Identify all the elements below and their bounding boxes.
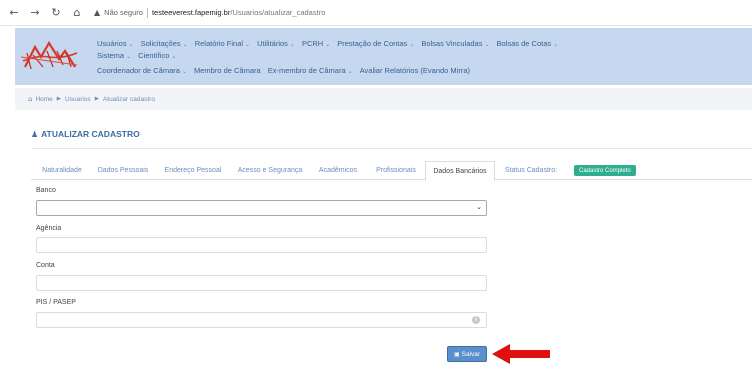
menu-label: Coordenador de Câmara [97, 66, 180, 75]
menu-label: Bolsas de Cotas [496, 39, 552, 48]
menu-relatorio-final[interactable]: Relatório Final ⌄ [195, 39, 250, 48]
menu-ex-membro-camara[interactable]: Ex-membro de Câmara ⌄ [268, 66, 353, 75]
user-icon: ♟ [31, 129, 39, 139]
security-label[interactable]: Não seguro [104, 8, 143, 17]
chevron-down-icon: ⌄ [347, 68, 353, 75]
tab-dados-bancarios[interactable]: Dados Bancários [425, 161, 495, 181]
forward-icon[interactable]: → [28, 6, 42, 20]
save-button[interactable]: ▣ Salvar [447, 346, 487, 362]
home-icon[interactable]: ⌂ [28, 95, 32, 103]
menu-label: Ex-membro de Câmara [267, 66, 346, 75]
page-title-text: ATUALIZAR CADASTRO [41, 129, 140, 139]
status-badge: Cadastro Completo [574, 165, 636, 176]
breadcrumb: ⌂ Home ▶ Usuarios ▶ Atualizar cadastro [15, 88, 752, 110]
chevron-down-icon: ⌄ [484, 41, 490, 48]
breadcrumb-separator-icon: ▶ [94, 96, 99, 102]
main-menu-row-3: Coordenador de Câmara ⌄ Membro de Câmara … [97, 66, 477, 75]
tab-profissionais[interactable]: Profissionais [369, 161, 423, 180]
menu-label: Científico [138, 51, 170, 60]
menu-prestacao-contas[interactable]: Prestação de Contas ⌄ [337, 39, 414, 48]
chevron-down-icon: ⌄ [553, 41, 559, 48]
everest-logo[interactable] [19, 37, 79, 75]
chevron-down-icon: ⌄ [409, 41, 415, 48]
menu-label: Avaliar Relatórios (Evando Mirra) [359, 66, 471, 75]
main-menu-row-2: Sistema ⌄ Científico ⌄ [97, 51, 183, 60]
tab-academicos[interactable]: Acadêmicos [313, 161, 363, 180]
page-title: ♟ ATUALIZAR CADASTRO [31, 129, 140, 139]
menu-label: Bolsas Vinculadas [421, 39, 483, 48]
red-arrow-annotation [492, 344, 550, 364]
menu-sistema[interactable]: Sistema ⌄ [97, 51, 131, 60]
agencia-label: Agência [36, 225, 62, 232]
site-header: Usuários ⌄ Solicitações ⌄ Relatório Final ⌄… [15, 28, 752, 85]
menu-label: Solicitações [140, 39, 181, 48]
menu-bolsas-cotas[interactable]: Bolsas de Cotas ⌄ [497, 39, 559, 48]
menu-label: Membro de Câmara [194, 66, 261, 75]
chevron-down-icon: ⌄ [476, 203, 482, 211]
address-bar[interactable]: ▲ Não seguro testeeverest.fapemig.br/Usu… [94, 4, 325, 22]
menu-bolsas-vinculadas[interactable]: Bolsas Vinculadas ⌄ [421, 39, 489, 48]
title-divider [31, 148, 752, 149]
reload-icon[interactable]: ↻ [49, 6, 63, 20]
banco-label: Banco [36, 187, 56, 194]
info-icon[interactable]: i [472, 316, 480, 324]
menu-membro-camara[interactable]: Membro de Câmara [194, 66, 261, 75]
browser-toolbar: ← → ↻ ⌂ ▲ Não seguro testeeverest.fapemi… [0, 0, 752, 26]
home-icon[interactable]: ⌂ [70, 6, 84, 20]
menu-cientifico[interactable]: Científico ⌄ [138, 51, 176, 60]
menu-avaliar-relatorios[interactable]: Avaliar Relatórios (Evando Mirra) [360, 66, 470, 75]
save-button-label: Salvar [461, 350, 481, 358]
menu-usuarios[interactable]: Usuários ⌄ [97, 39, 134, 48]
tab-endereco-pessoal[interactable]: Endereço Pessoal [159, 161, 227, 180]
menu-pcrh[interactable]: PCRH ⌄ [302, 39, 330, 48]
pis-pasep-label: PIS / PASEP [36, 299, 76, 306]
url-host[interactable]: testeeverest.fapemig.br [152, 8, 230, 17]
menu-label: PCRH [301, 39, 324, 48]
tab-acesso-seguranca[interactable]: Acesso e Segurança [233, 161, 307, 180]
conta-label: Conta [36, 262, 55, 269]
main-menu-row-1: Usuários ⌄ Solicitações ⌄ Relatório Final ⌄… [97, 39, 565, 48]
banco-select[interactable]: ⌄ [36, 200, 487, 216]
menu-utilitarios[interactable]: Utilitários ⌄ [257, 39, 295, 48]
menu-solicitacoes[interactable]: Solicitações ⌄ [141, 39, 188, 48]
tab-status-cadastro[interactable]: Status Cadastro: [500, 161, 562, 180]
floppy-disk-icon: ▣ [453, 350, 460, 358]
menu-label: Usuários [97, 39, 127, 48]
url-path[interactable]: /Usuarios/atualizar_cadastro [230, 8, 325, 17]
chevron-down-icon: ⌄ [181, 68, 187, 75]
menu-label: Utilitários [257, 39, 288, 48]
pis-pasep-field[interactable]: i [36, 312, 487, 328]
menu-coordenador-camara[interactable]: Coordenador de Câmara ⌄ [97, 66, 187, 75]
warning-icon[interactable]: ▲ [94, 8, 100, 17]
breadcrumb-separator-icon: ▶ [56, 96, 62, 102]
tab-dados-pessoais[interactable]: Dados Pessoais [93, 161, 153, 180]
agencia-field[interactable] [36, 237, 487, 253]
menu-label: Sistema [97, 51, 125, 60]
chevron-down-icon: ⌄ [171, 53, 177, 60]
chevron-down-icon: ⌄ [182, 41, 188, 48]
profile-tabs: Naturalidade Dados Pessoais Endereço Pes… [31, 161, 752, 181]
breadcrumb-current: Atualizar cadastro [102, 95, 155, 103]
url-divider [146, 7, 148, 18]
chevron-down-icon: ⌄ [325, 41, 331, 48]
menu-label: Relatório Final [194, 39, 244, 48]
chevron-down-icon: ⌄ [126, 53, 132, 60]
conta-field[interactable] [36, 275, 487, 291]
tab-naturalidade[interactable]: Naturalidade [34, 161, 90, 180]
menu-label: Prestação de Contas [337, 39, 408, 48]
back-icon[interactable]: ← [7, 6, 21, 20]
chevron-down-icon: ⌄ [128, 41, 134, 48]
chevron-down-icon: ⌄ [289, 41, 295, 48]
chevron-down-icon: ⌄ [245, 41, 251, 48]
breadcrumb-usuarios[interactable]: Usuarios [65, 96, 91, 103]
breadcrumb-home[interactable]: Home [35, 96, 52, 103]
